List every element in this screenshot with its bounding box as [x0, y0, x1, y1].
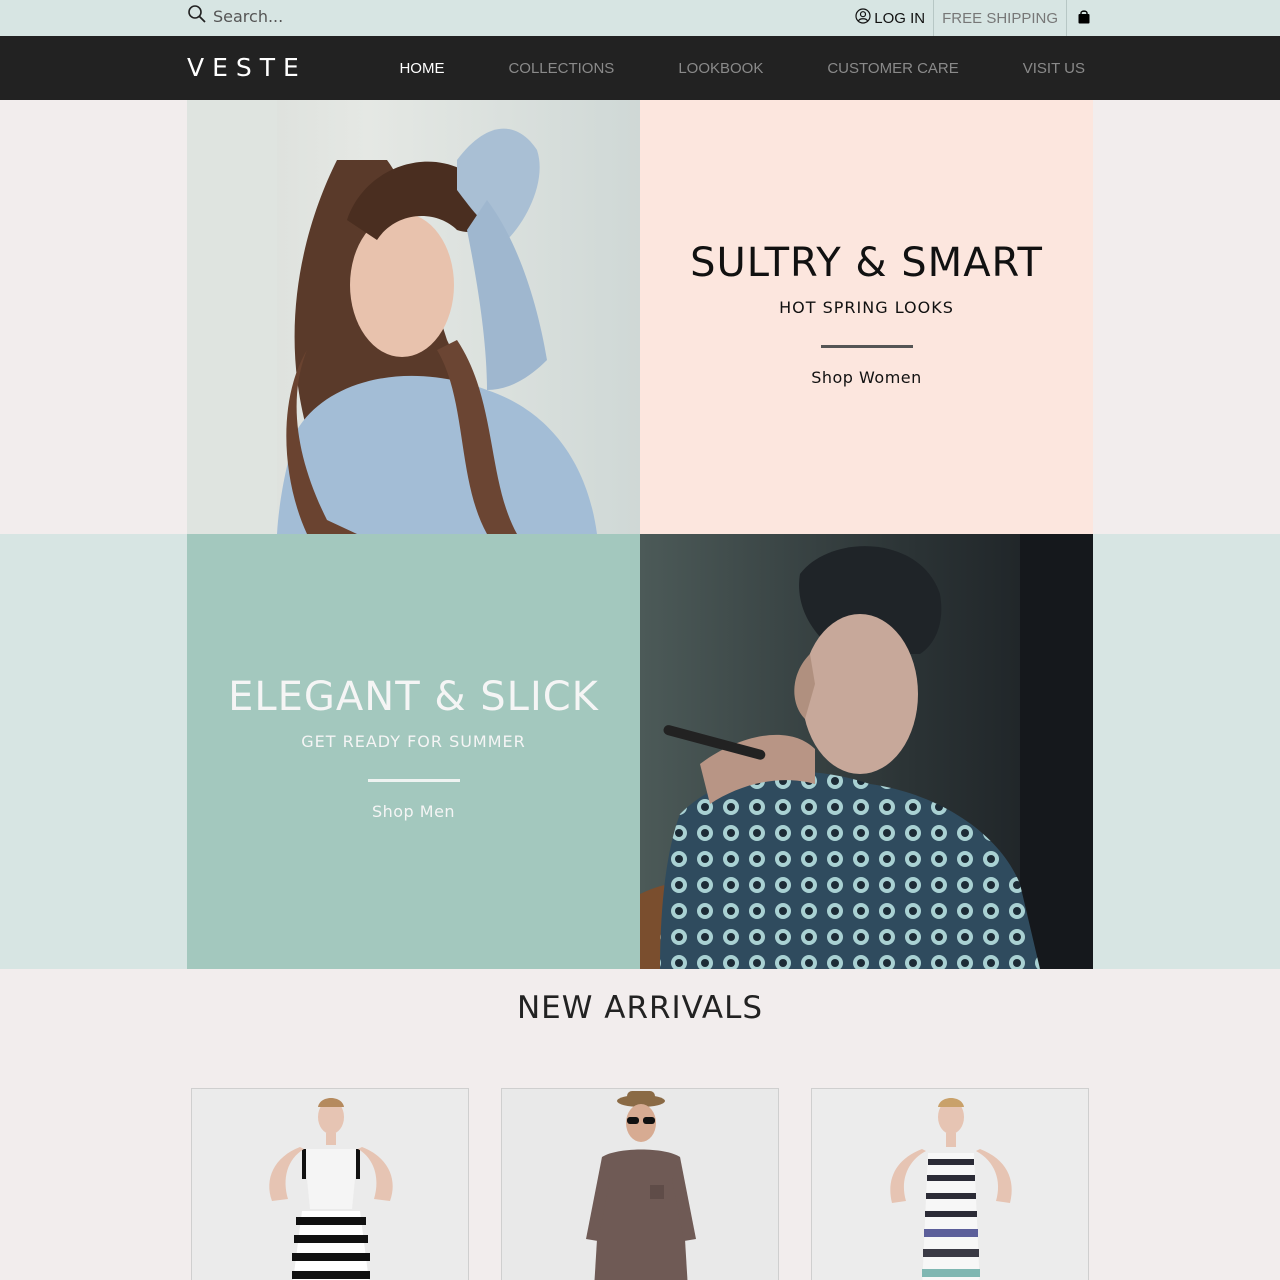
user-circle-icon — [855, 8, 874, 28]
women-hero-photo — [187, 100, 640, 534]
men-promo-title: ELEGANT & SLICK — [228, 674, 599, 720]
women-promo-divider — [820, 345, 913, 348]
free-shipping-notice: FREE SHIPPING — [933, 0, 1067, 36]
hero-row-women: SULTRY & SMART HOT SPRING LOOKS Shop Wom… — [0, 100, 1280, 534]
login-button[interactable]: LOG IN — [855, 0, 933, 36]
search-input[interactable] — [213, 6, 513, 26]
men-promo-panel: ELEGANT & SLICK GET READY FOR SUMMER Sho… — [187, 534, 640, 969]
hero-row-men: ELEGANT & SLICK GET READY FOR SUMMER Sho… — [0, 534, 1280, 969]
women-promo-subtitle: HOT SPRING LOOKS — [779, 298, 954, 317]
product-image — [192, 1089, 468, 1280]
search-icon[interactable] — [187, 4, 207, 28]
nav-menu: HOME COLLECTIONS LOOKBOOK CUSTOMER CARE … — [335, 36, 1085, 100]
search-bar — [187, 0, 587, 36]
shopping-bag-icon — [1077, 9, 1091, 28]
nav-item-collections[interactable]: COLLECTIONS — [508, 60, 614, 77]
nav-item-lookbook[interactable]: LOOKBOOK — [678, 60, 763, 77]
men-hero-photo — [640, 534, 1093, 969]
utility-links: LOG IN FREE SHIPPING — [855, 0, 1093, 36]
product-image — [502, 1089, 778, 1280]
women-promo-panel: SULTRY & SMART HOT SPRING LOOKS Shop Wom… — [640, 100, 1093, 534]
nav-item-home[interactable]: HOME — [399, 60, 444, 77]
top-utility-bar: LOG IN FREE SHIPPING — [0, 0, 1280, 36]
product-card[interactable] — [191, 1088, 469, 1280]
site-logo[interactable]: VESTE — [187, 53, 307, 82]
cart-button[interactable] — [1067, 0, 1093, 36]
login-label: LOG IN — [874, 9, 926, 27]
main-navigation: VESTE HOME COLLECTIONS LOOKBOOK CUSTOMER… — [0, 36, 1280, 100]
men-promo-subtitle: GET READY FOR SUMMER — [301, 732, 526, 751]
men-promo-divider — [367, 779, 460, 782]
product-card[interactable] — [501, 1088, 779, 1280]
new-arrivals-heading: NEW ARRIVALS — [516, 990, 764, 1026]
product-image — [812, 1089, 1088, 1280]
nav-item-customer-care[interactable]: CUSTOMER CARE — [827, 60, 958, 77]
shop-men-link[interactable]: Shop Men — [372, 802, 455, 821]
product-card[interactable] — [811, 1088, 1089, 1280]
nav-item-visit-us[interactable]: VISIT US — [1023, 60, 1085, 77]
shop-women-link[interactable]: Shop Women — [811, 368, 922, 387]
women-promo-title: SULTRY & SMART — [690, 240, 1043, 286]
